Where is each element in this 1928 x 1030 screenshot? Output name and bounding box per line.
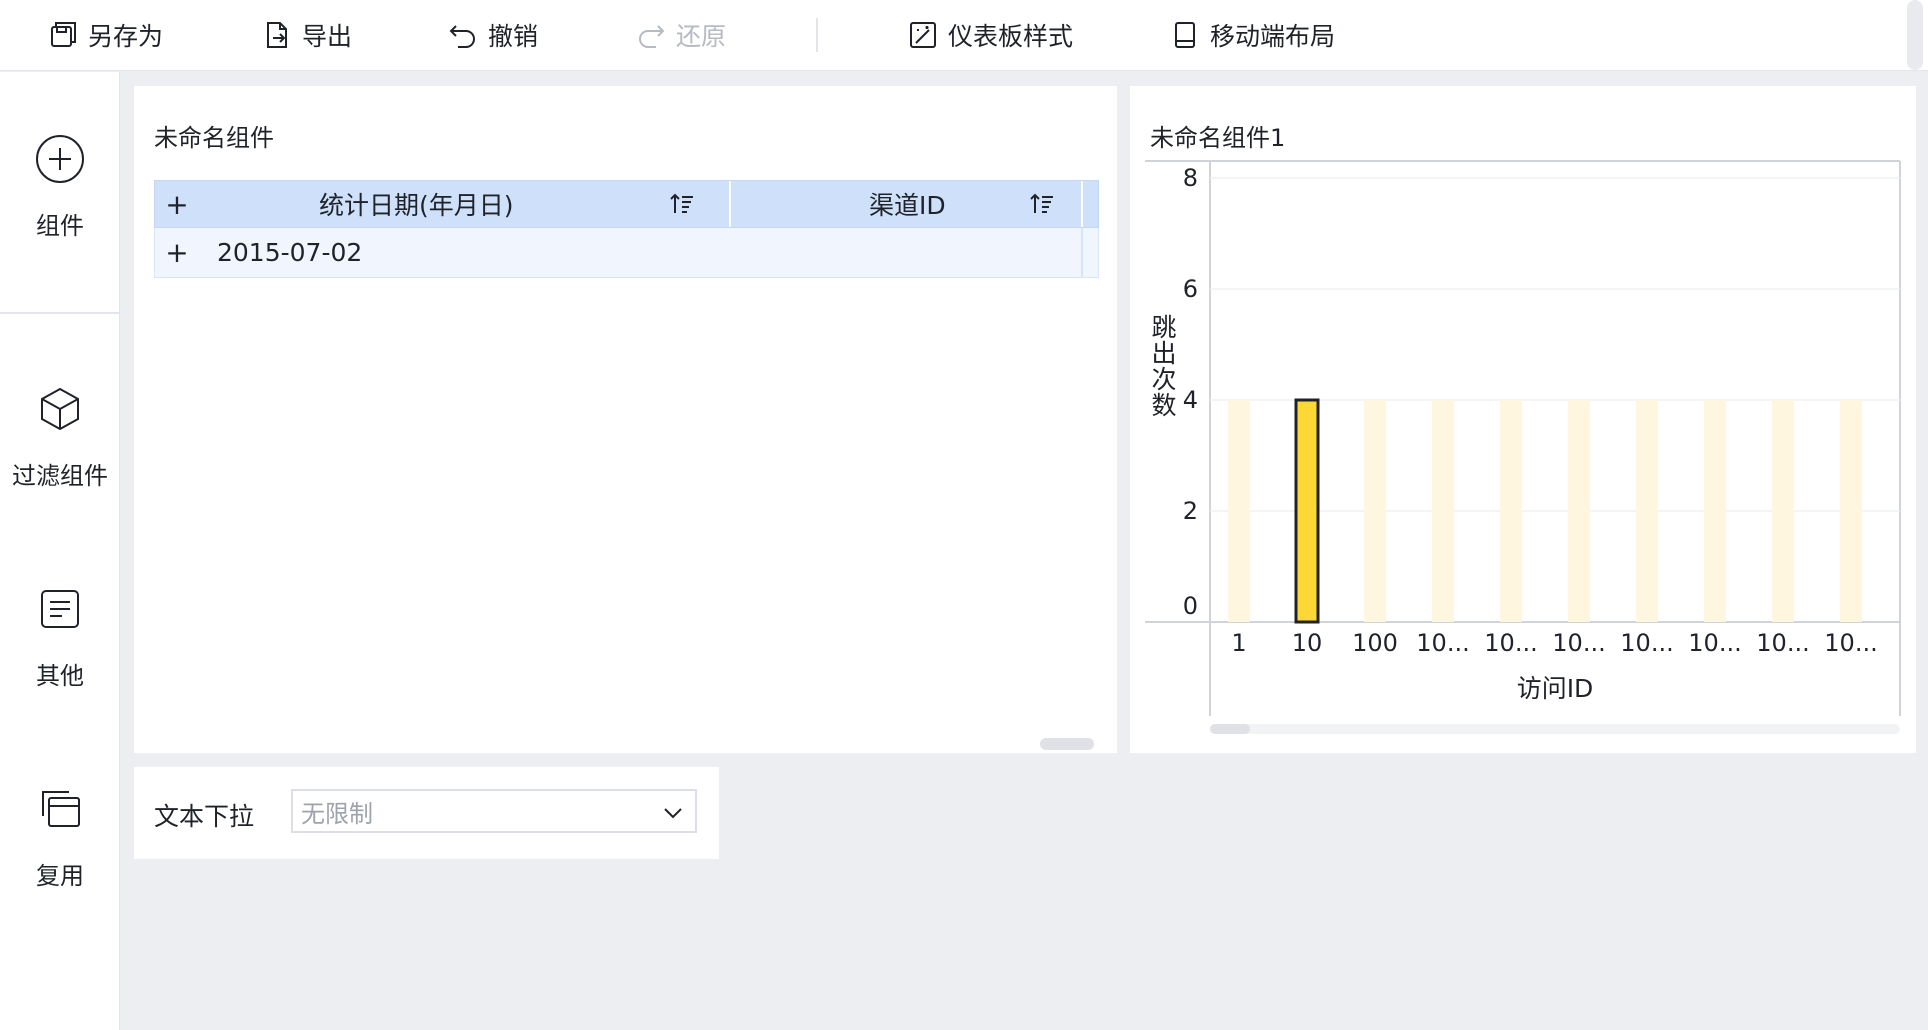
sidebar-item-reuse[interactable]: 复用 (0, 784, 120, 891)
bar[interactable] (1568, 400, 1590, 622)
x-tick-label: 10 (1292, 629, 1323, 657)
sidebar-item-label: 复用 (36, 862, 84, 890)
x-tick-label: 1 (1231, 629, 1246, 657)
dashboard-style-button[interactable]: 仪表板样式 (908, 14, 1073, 56)
data-table: + 统计日期(年月日) 渠道ID + 2015-07-02 (154, 180, 1099, 278)
copy-window-icon (42, 791, 80, 827)
sort-icon[interactable] (669, 191, 695, 217)
x-tick-label: 10... (1620, 629, 1673, 657)
mobile-device-icon (1175, 22, 1195, 48)
column-header[interactable]: 渠道ID (731, 181, 1083, 227)
column-header[interactable]: 统计日期(年月日) (199, 181, 731, 227)
sidebar-item-components[interactable]: 组件 (0, 134, 120, 241)
redo-icon (639, 25, 665, 48)
y-axis-title: 跳出次数 (1151, 313, 1176, 420)
toolbar-divider (816, 18, 818, 52)
export-label: 导出 (302, 22, 353, 51)
cube-icon (41, 387, 79, 431)
x-tick-label: 10... (1552, 629, 1605, 657)
x-axis-title: 访问ID (1517, 674, 1594, 703)
sidebar-item-label: 过滤组件 (12, 462, 108, 490)
table-row[interactable]: + 2015-07-02 (154, 228, 1099, 278)
bar[interactable] (1364, 400, 1386, 622)
x-tick-label: 10... (1416, 629, 1469, 657)
x-tick-label: 10... (1484, 629, 1537, 657)
sort-icon[interactable] (1029, 191, 1055, 217)
column-header-label: 渠道ID (869, 191, 946, 220)
chart-widget[interactable]: 未命名组件1 0 2 4 6 8 1 10 100 10... 10... 10... 10... 10… (1130, 86, 1916, 753)
x-tick-label: 10... (1824, 629, 1877, 657)
chart-scrollbar-track[interactable] (1210, 724, 1900, 734)
y-tick-label: 6 (1183, 275, 1198, 303)
table-cell (731, 228, 1083, 277)
sidebar-item-other[interactable]: 其他 (0, 584, 120, 691)
save-as-button[interactable]: 另存为 (48, 14, 163, 56)
text-doc-icon (41, 590, 79, 628)
text-dropdown-filter-widget: 文本下拉 无限制 (134, 767, 719, 859)
toolbar: 另存为 导出 撤销 还原 仪表板样式 移动端布局 (0, 0, 1928, 71)
table-cell-text: 2015-07-02 (217, 238, 363, 267)
table-cell: 2015-07-02 (199, 228, 731, 277)
sidebar-item-filter[interactable]: 过滤组件 (0, 384, 120, 491)
toolbar-scrollbar[interactable] (1907, 0, 1923, 70)
redo-label: 还原 (676, 22, 727, 51)
redo-button[interactable]: 还原 (636, 14, 726, 56)
bar[interactable] (1704, 400, 1726, 622)
bar[interactable] (1228, 400, 1250, 622)
bar[interactable] (1432, 400, 1454, 622)
chevron-down-icon (664, 808, 682, 819)
dashboard-style-label: 仪表板样式 (948, 22, 1074, 51)
left-sidebar: 组件 过滤组件 其他 复用 (0, 72, 120, 1030)
y-tick-label: 4 (1183, 386, 1198, 414)
y-tick-label: 0 (1183, 592, 1198, 620)
table-header-row: + 统计日期(年月日) 渠道ID (154, 180, 1099, 228)
x-tick-label: 100 (1352, 629, 1398, 657)
sidebar-item-label: 组件 (36, 212, 84, 240)
bar[interactable] (1840, 400, 1862, 622)
filter-label: 文本下拉 (154, 802, 255, 831)
expand-row-button[interactable]: + (155, 228, 199, 277)
mobile-layout-button[interactable]: 移动端布局 (1170, 14, 1335, 56)
select-placeholder: 无限制 (301, 799, 373, 828)
filter-select[interactable]: 无限制 (291, 789, 697, 833)
y-tick-label: 8 (1183, 164, 1198, 192)
x-tick-label: 10... (1688, 629, 1741, 657)
widget-title: 未命名组件 (154, 124, 274, 152)
bar[interactable] (1636, 400, 1658, 622)
bar[interactable] (1772, 400, 1794, 622)
table-scrollbar[interactable] (1040, 738, 1094, 750)
column-header-label: 统计日期(年月日) (319, 191, 514, 220)
plus-circle-icon (36, 135, 84, 183)
mobile-layout-label: 移动端布局 (1210, 22, 1336, 51)
undo-label: 撤销 (488, 22, 539, 51)
y-tick-label: 2 (1183, 497, 1198, 525)
table-widget[interactable]: 未命名组件 + 统计日期(年月日) 渠道ID + 2015-07-02 (134, 86, 1117, 753)
sidebar-item-label: 其他 (36, 662, 84, 690)
magic-wand-icon (910, 22, 936, 48)
export-button[interactable]: 导出 (262, 14, 352, 56)
undo-icon (449, 25, 475, 48)
bar[interactable] (1294, 398, 1320, 624)
chart-scrollbar-thumb[interactable] (1210, 724, 1250, 734)
bar[interactable] (1500, 400, 1522, 622)
expand-all-button[interactable]: + (155, 181, 199, 227)
save-as-label: 另存为 (88, 22, 164, 51)
undo-button[interactable]: 撤销 (448, 14, 538, 56)
x-tick-label: 10... (1756, 629, 1809, 657)
sidebar-divider (0, 312, 120, 314)
save-icon (51, 22, 76, 47)
bar-chart: 0 2 4 6 8 1 10 100 10... 10... 10... 10... 10... 10..… (1145, 160, 1901, 734)
export-icon (267, 22, 287, 48)
